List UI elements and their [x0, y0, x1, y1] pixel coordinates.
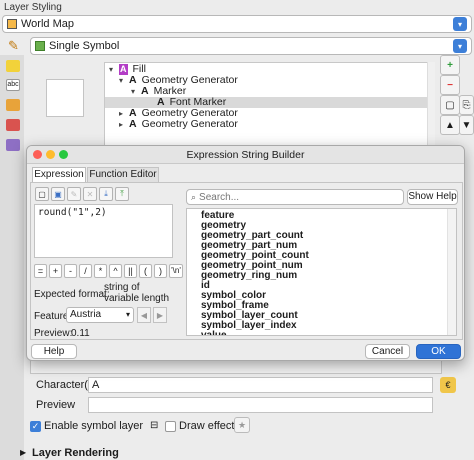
- operator-open-paren-button[interactable]: (: [139, 264, 152, 278]
- function-list-scrollbar[interactable]: [447, 209, 456, 335]
- fill-layer-icon: A: [119, 64, 128, 75]
- draw-effects-label: Draw effects: [179, 420, 240, 432]
- renderer-select-value: Single Symbol: [49, 40, 120, 52]
- expression-editor[interactable]: round("1",2): [34, 204, 173, 258]
- add-layer-icon[interactable]: +: [440, 55, 460, 75]
- draw-effects-checkbox[interactable]: [165, 421, 176, 432]
- operator-concat-button[interactable]: ||: [124, 264, 137, 278]
- list-item[interactable]: value: [201, 331, 227, 336]
- panel-title: Layer Styling: [4, 2, 62, 13]
- operator-equals-button[interactable]: =: [34, 264, 47, 278]
- chevron-down-icon: ▾: [453, 39, 467, 53]
- remove-layer-icon[interactable]: −: [440, 75, 460, 95]
- character-map-strip: [30, 360, 442, 374]
- layer-rendering-section[interactable]: Layer Rendering: [32, 447, 119, 459]
- operator-divide-button[interactable]: /: [79, 264, 92, 278]
- function-list: feature geometry geometry_part_count geo…: [186, 208, 457, 336]
- feature-select[interactable]: Austria ▾: [66, 307, 134, 323]
- help-button[interactable]: Help: [31, 344, 77, 359]
- chevron-down-icon: ▾: [453, 17, 467, 31]
- import-icon[interactable]: ⤓: [99, 187, 113, 201]
- preview-value: 0.11: [71, 328, 90, 339]
- operator-multiply-button[interactable]: *: [94, 264, 107, 278]
- tab-expression[interactable]: Expression: [32, 167, 86, 182]
- search-icon: ⌕: [191, 192, 197, 202]
- dialog-titlebar[interactable]: Expression String Builder: [27, 146, 464, 164]
- chevron-right-icon[interactable]: ▶: [20, 448, 26, 457]
- layer-select-value: World Map: [21, 18, 74, 30]
- dialog-title: Expression String Builder: [186, 149, 305, 161]
- symbol-layer-tree: ▾ A Fill ▾ A Geometry Generator ▾ A Marker A Fo…: [104, 62, 432, 146]
- single-symbol-icon: [35, 41, 45, 51]
- data-defined-icon[interactable]: ⊟: [150, 420, 158, 431]
- data-defined-override-icon[interactable]: €: [440, 377, 456, 393]
- side-toolbar: abc: [0, 55, 24, 460]
- preview-label: Preview: [36, 399, 76, 411]
- renderer-select[interactable]: Single Symbol ▾: [30, 37, 472, 55]
- list-item[interactable]: geometry_ring_num: [201, 271, 297, 281]
- lock-icon[interactable]: ▢: [440, 95, 460, 115]
- show-help-button[interactable]: Show Help: [407, 189, 458, 205]
- chevron-down-icon: ▾: [125, 310, 130, 319]
- expected-format-label: Expected format:: [34, 289, 110, 300]
- export-icon[interactable]: ⤒: [115, 187, 129, 201]
- function-search-input[interactable]: ⌕ Search...: [186, 189, 404, 205]
- paint-brush-icon[interactable]: ✎: [8, 38, 19, 54]
- tab-function-editor[interactable]: Function Editor: [87, 167, 159, 182]
- operator-newline-button[interactable]: '\n': [169, 264, 183, 278]
- move-up-icon[interactable]: ▲: [440, 115, 460, 135]
- 3d-view-icon[interactable]: [6, 119, 20, 131]
- enable-symbol-layer-checkbox[interactable]: ✓: [30, 421, 41, 432]
- delete-icon[interactable]: ✕: [83, 187, 97, 201]
- previous-feature-icon[interactable]: ◀: [137, 307, 151, 323]
- effects-settings-icon[interactable]: ★: [234, 417, 250, 433]
- symbol-layer-icon: A: [141, 85, 149, 97]
- chevron-down-icon[interactable]: ▾: [131, 86, 141, 97]
- enable-symbol-layer-label: Enable symbol layer: [44, 420, 144, 432]
- history-icon[interactable]: [6, 139, 20, 151]
- polygon-layer-icon: [7, 19, 17, 29]
- chevron-down-icon[interactable]: ▾: [119, 75, 129, 86]
- operator-close-paren-button[interactable]: ): [154, 264, 167, 278]
- preview-field: [88, 397, 433, 413]
- ok-button[interactable]: OK: [416, 344, 461, 359]
- edit-icon[interactable]: ✎: [67, 187, 81, 201]
- operator-power-button[interactable]: ^: [109, 264, 122, 278]
- feature-select-value: Austria: [70, 309, 102, 320]
- layer-select[interactable]: World Map ▾: [2, 15, 472, 33]
- symbol-layer-icon: A: [129, 118, 137, 130]
- symbol-layer-icon: A: [129, 74, 137, 86]
- cancel-button[interactable]: Cancel: [365, 344, 410, 359]
- chevron-right-icon[interactable]: ▸: [119, 108, 129, 119]
- operator-plus-button[interactable]: +: [49, 264, 62, 278]
- tree-item-fill[interactable]: ▾ A Fill: [109, 64, 146, 75]
- text-format-icon[interactable]: abc: [6, 79, 20, 91]
- characters-input[interactable]: A: [88, 377, 433, 393]
- chevron-down-icon[interactable]: ▾: [109, 64, 119, 75]
- symbol-preview: [46, 79, 84, 117]
- feature-label: Feature: [34, 311, 69, 322]
- new-file-icon[interactable]: ▢: [35, 187, 49, 201]
- chevron-right-icon[interactable]: ▸: [119, 119, 129, 130]
- duplicate-icon[interactable]: ⎘: [459, 95, 474, 115]
- save-icon[interactable]: ▣: [51, 187, 65, 201]
- tree-scrollbar[interactable]: [427, 62, 435, 146]
- operator-minus-button[interactable]: -: [64, 264, 77, 278]
- expression-builder-dialog: Expression String Builder Expression Fun…: [26, 145, 465, 361]
- move-down-icon[interactable]: ▼: [459, 115, 474, 135]
- diagram-icon[interactable]: [6, 99, 20, 111]
- preview-label: Preview:: [34, 328, 73, 339]
- next-feature-icon[interactable]: ▶: [153, 307, 167, 323]
- tree-item-geometry-generator[interactable]: ▸ A Geometry Generator: [119, 119, 238, 130]
- expected-format-value: string of variable length: [104, 282, 170, 304]
- labels-icon[interactable]: [6, 60, 20, 72]
